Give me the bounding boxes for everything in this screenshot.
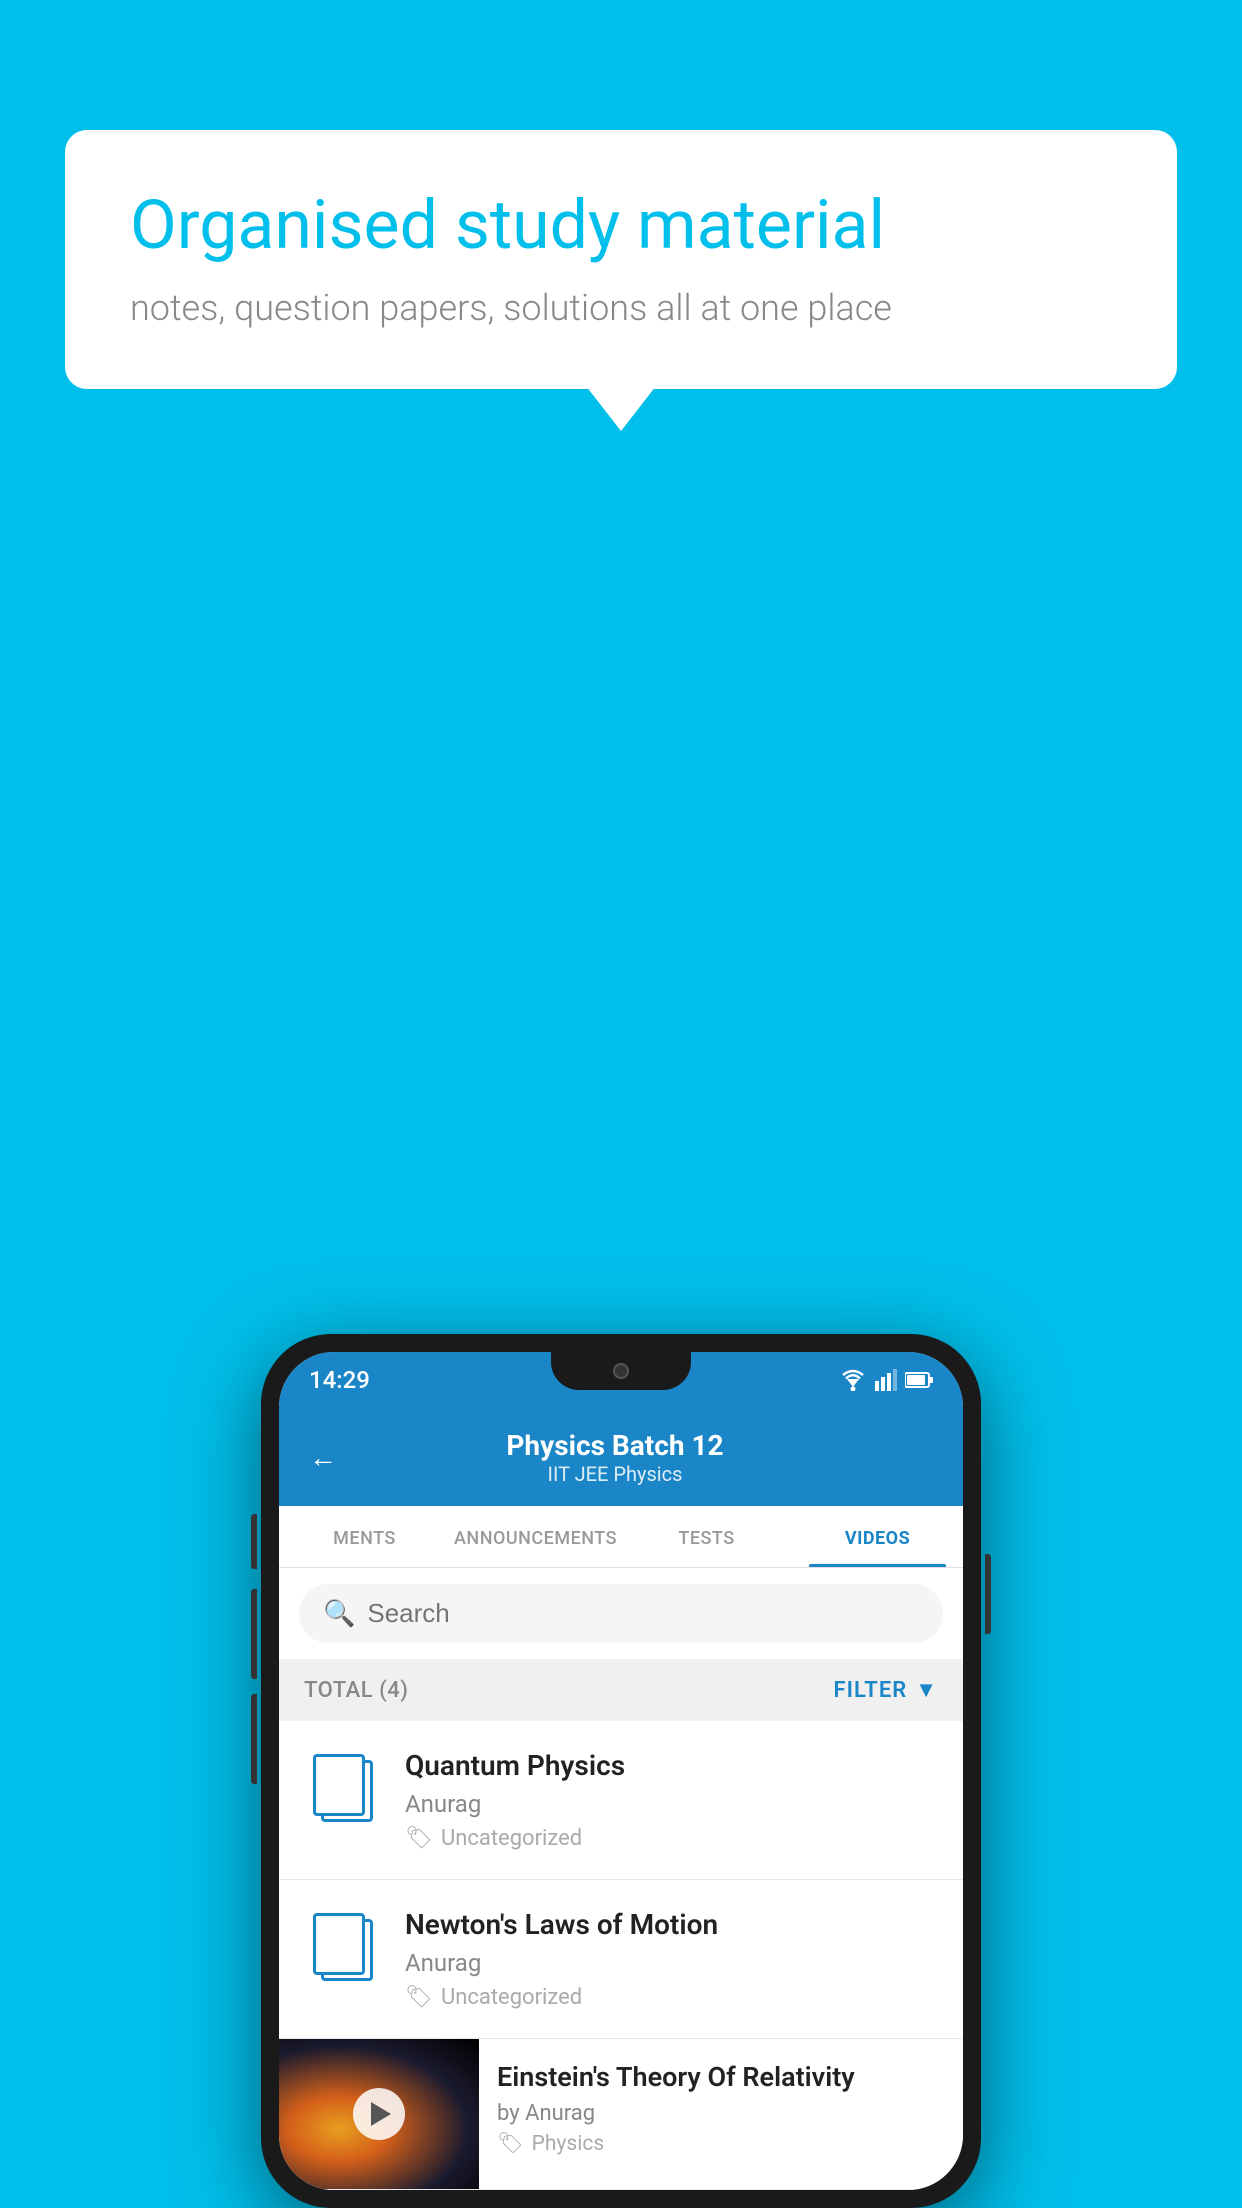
item-info: Newton's Laws of Motion Anurag 🏷 Uncateg… (405, 1908, 939, 2010)
list-item[interactable]: Newton's Laws of Motion Anurag 🏷 Uncateg… (279, 1880, 963, 2039)
side-button-left-2 (251, 1589, 257, 1679)
video-tag: 🏷 Physics (497, 2132, 945, 2156)
play-button[interactable] (353, 2088, 405, 2140)
status-bar: 14:29 (279, 1352, 963, 1407)
video-tag: 🏷 Uncategorized (405, 1826, 939, 1851)
tab-videos[interactable]: VIDEOS (792, 1506, 963, 1567)
signal-icon (875, 1369, 897, 1391)
video-title: Newton's Laws of Motion (405, 1908, 939, 1941)
bubble-subtext: notes, question papers, solutions all at… (130, 287, 1112, 329)
status-icons (839, 1369, 933, 1391)
speech-bubble-container: Organised study material notes, question… (65, 130, 1177, 389)
video-title: Quantum Physics (405, 1749, 939, 1782)
batch-subtitle: IIT JEE Physics (357, 1462, 873, 1486)
video-author: by Anurag (497, 2101, 945, 2126)
phone-body: 14:29 (261, 1334, 981, 2208)
search-bar: 🔍 (299, 1584, 943, 1643)
camera (613, 1363, 629, 1379)
speech-bubble: Organised study material notes, question… (65, 130, 1177, 389)
filter-bar: TOTAL (4) FILTER ▼ (279, 1659, 963, 1721)
search-container: 🔍 (279, 1568, 963, 1659)
tag-label: Physics (532, 2132, 605, 2156)
video-title: Einstein's Theory Of Relativity (497, 2061, 945, 2093)
wifi-icon (839, 1369, 867, 1391)
battery-icon (905, 1371, 933, 1389)
header-title-block: Physics Batch 12 IIT JEE Physics (357, 1429, 873, 1486)
list-item[interactable]: Einstein's Theory Of Relativity by Anura… (279, 2039, 963, 2190)
tag-label: Uncategorized (441, 1826, 582, 1851)
tab-bar: MENTS ANNOUNCEMENTS TESTS VIDEOS (279, 1506, 963, 1568)
item-info: Einstein's Theory Of Relativity by Anura… (479, 2039, 963, 2178)
video-author: Anurag (405, 1790, 939, 1818)
app-header: ← Physics Batch 12 IIT JEE Physics (279, 1407, 963, 1506)
phone-mockup: 14:29 (261, 1334, 981, 2208)
file-icon (313, 1754, 373, 1824)
video-list: Quantum Physics Anurag 🏷 Uncategorized (279, 1721, 963, 2190)
item-thumbnail (303, 1908, 383, 1988)
side-button-left-1 (251, 1514, 257, 1569)
video-thumbnail-box (279, 2039, 479, 2189)
back-button[interactable]: ← (309, 1441, 337, 1474)
filter-button[interactable]: FILTER ▼ (834, 1677, 938, 1703)
item-info: Quantum Physics Anurag 🏷 Uncategorized (405, 1749, 939, 1851)
video-author: Anurag (405, 1949, 939, 1977)
tab-announcements[interactable]: ANNOUNCEMENTS (450, 1506, 621, 1567)
file-icon (313, 1913, 373, 1983)
tag-icon: 🏷 (405, 1985, 433, 2010)
bubble-heading: Organised study material (130, 185, 1112, 267)
video-tag: 🏷 Uncategorized (405, 1985, 939, 2010)
list-item[interactable]: Quantum Physics Anurag 🏷 Uncategorized (279, 1721, 963, 1880)
filter-label: FILTER (834, 1678, 908, 1703)
phone-notch (551, 1352, 691, 1390)
item-thumbnail (303, 1749, 383, 1829)
total-count: TOTAL (4) (304, 1678, 408, 1703)
tag-icon: 🏷 (405, 1826, 433, 1851)
play-triangle-icon (371, 2102, 391, 2126)
search-input[interactable] (367, 1598, 919, 1629)
tab-tests[interactable]: TESTS (621, 1506, 792, 1567)
phone-screen: 14:29 (279, 1352, 963, 2190)
tag-icon: 🏷 (497, 2132, 524, 2156)
side-button-left-3 (251, 1694, 257, 1784)
batch-title: Physics Batch 12 (357, 1429, 873, 1462)
filter-icon: ▼ (915, 1677, 938, 1703)
tag-label: Uncategorized (441, 1985, 582, 2010)
search-icon: 🔍 (323, 1599, 355, 1629)
tab-ments[interactable]: MENTS (279, 1506, 450, 1567)
side-button-right (985, 1554, 991, 1634)
status-time: 14:29 (309, 1366, 370, 1394)
